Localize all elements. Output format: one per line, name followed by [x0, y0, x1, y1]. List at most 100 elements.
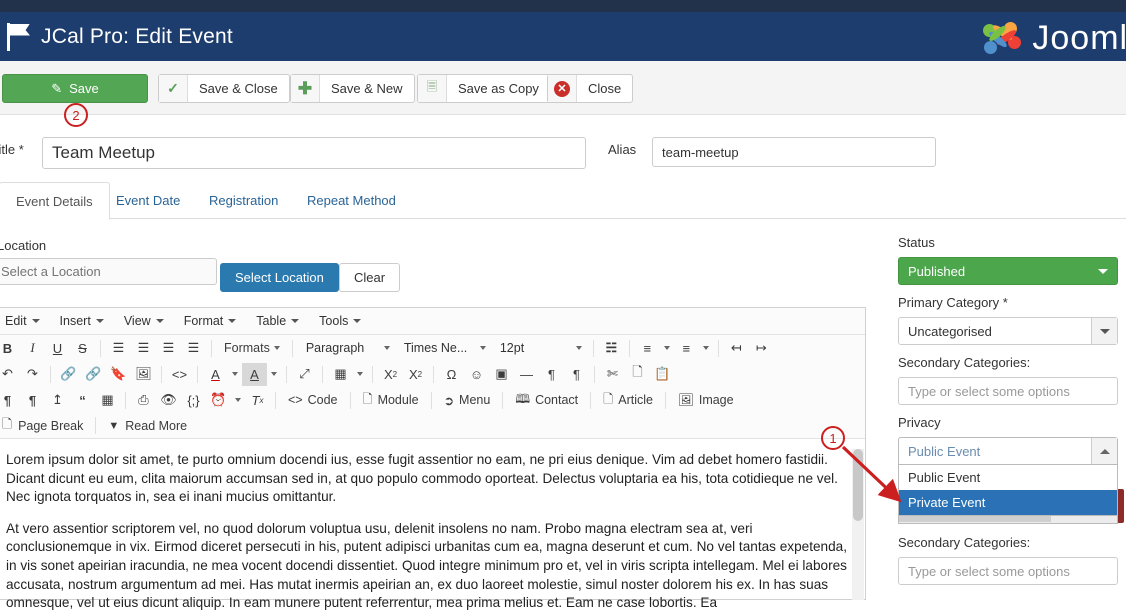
privacy-option-public-event[interactable]: Public Event: [899, 465, 1117, 490]
select-location-button[interactable]: Select Location: [220, 263, 339, 292]
menu-button[interactable]: ➲ Menu: [437, 389, 498, 412]
subscript-icon[interactable]: X2: [378, 363, 403, 386]
table-options[interactable]: [353, 363, 367, 386]
omega-charmap-icon[interactable]: Ω: [439, 363, 464, 386]
contact-button[interactable]: 🕮 Contact: [508, 389, 585, 412]
undo-icon[interactable]: ↶: [0, 363, 20, 386]
italic-button[interactable]: I: [20, 337, 45, 360]
align-justify-icon[interactable]: ☰: [181, 337, 206, 360]
paste-clipboard-icon[interactable]: 📋: [650, 363, 675, 386]
media-film-icon[interactable]: ▣: [489, 363, 514, 386]
save-as-copy-button[interactable]: 🗏 Save as Copy: [417, 74, 551, 103]
read-more-button[interactable]: ▼ Read More: [101, 414, 194, 437]
privacy-dropdown-hscroll-thumb[interactable]: [899, 516, 1051, 522]
status-select[interactable]: Published: [898, 257, 1118, 285]
clock-options[interactable]: [231, 389, 245, 412]
smiley-icon[interactable]: ☺: [464, 363, 489, 386]
clear-formatting-icon[interactable]: Tx: [245, 389, 270, 412]
table-icon[interactable]: ▦: [328, 363, 353, 386]
paragraph-mark-icon[interactable]: ¶: [0, 389, 20, 412]
underline-button[interactable]: U: [45, 337, 70, 360]
align-left-icon[interactable]: ☰: [106, 337, 131, 360]
upload-icon[interactable]: ↥: [45, 389, 70, 412]
indent-icon[interactable]: ↦: [749, 337, 774, 360]
save-button[interactable]: ✎ Save: [2, 74, 148, 103]
font-size-dropdown[interactable]: 12pt: [492, 337, 588, 360]
bullet-list-icon[interactable]: ≡: [635, 337, 660, 360]
secondary-categories-input-2[interactable]: Type or select some options: [898, 557, 1118, 585]
image-icon[interactable]: 🖼: [131, 363, 156, 386]
copy-icon: 🗏: [418, 75, 447, 102]
unlink-icon[interactable]: 🔗: [81, 363, 106, 386]
location-input[interactable]: [0, 258, 217, 285]
editor-scrollbar-thumb[interactable]: [853, 449, 863, 521]
primary-category-select[interactable]: Uncategorised: [898, 317, 1118, 345]
toolbar-separator: [592, 339, 594, 357]
eye-preview-icon[interactable]: 👁: [156, 389, 181, 412]
title-input[interactable]: [42, 137, 586, 169]
scissors-cut-icon[interactable]: ✄: [600, 363, 625, 386]
binoculars-icon[interactable]: ☵: [599, 337, 624, 360]
formats-dropdown[interactable]: Formats: [217, 337, 287, 360]
editor-menu-insert[interactable]: Insert: [50, 310, 114, 333]
redo-icon[interactable]: ↷: [20, 363, 45, 386]
save-and-close-button[interactable]: ✓ Save & Close: [158, 74, 290, 103]
privacy-option-private-event[interactable]: Private Event: [899, 490, 1117, 515]
horizontal-rule-icon[interactable]: —: [514, 363, 539, 386]
secondary-categories-input[interactable]: Type or select some options: [898, 377, 1118, 405]
module-button[interactable]: 🗋 Module: [356, 389, 426, 412]
printer-icon[interactable]: ⎙: [131, 389, 156, 412]
superscript-icon[interactable]: X2: [403, 363, 428, 386]
editor-menu-view[interactable]: View: [114, 310, 174, 333]
highlight-color-icon[interactable]: A: [242, 362, 267, 386]
link-icon[interactable]: 🔗: [56, 363, 81, 386]
image-button[interactable]: 🖼 Image: [671, 389, 741, 412]
tab-registration[interactable]: Registration: [193, 182, 294, 219]
privacy-select[interactable]: Public Event: [898, 437, 1118, 465]
blockquote-icon[interactable]: “: [70, 389, 95, 412]
align-right-icon[interactable]: ☰: [156, 337, 181, 360]
bullet-list-options[interactable]: [660, 337, 674, 360]
editor-content-area[interactable]: Lorem ipsum dolor sit amet, te purto omn…: [0, 439, 865, 611]
template-icon[interactable]: ▦: [95, 389, 120, 412]
editor-menu-tools[interactable]: Tools: [309, 310, 371, 333]
numbered-list-icon[interactable]: ≡: [674, 337, 699, 360]
code-brackets-icon[interactable]: <>: [167, 363, 192, 386]
highlight-color-options[interactable]: [267, 363, 281, 386]
bold-button[interactable]: B: [0, 337, 20, 360]
anchor-bookmark-icon[interactable]: 🔖: [106, 363, 131, 386]
tab-event-details[interactable]: Event Details: [0, 182, 110, 220]
rtl-icon[interactable]: ¶: [564, 363, 589, 386]
secondary-categories-field: Secondary Categories: Type or select som…: [898, 355, 1118, 405]
editor-menu-edit[interactable]: Edit: [0, 310, 50, 333]
align-center-icon[interactable]: ☰: [131, 337, 156, 360]
font-family-dropdown[interactable]: Times Ne...: [396, 337, 492, 360]
clock-icon[interactable]: ⏰: [206, 389, 231, 412]
paragraph-style-dropdown[interactable]: Paragraph: [298, 337, 396, 360]
page-break-button[interactable]: 🗋 Page Break: [0, 414, 90, 437]
toolbar-separator: [161, 365, 162, 383]
ltr-icon[interactable]: ¶: [539, 363, 564, 386]
save-and-new-button[interactable]: ✚ Save & New: [290, 74, 415, 103]
article-button[interactable]: 🗋 Article: [596, 389, 660, 412]
fullscreen-icon[interactable]: ⤢: [292, 363, 317, 386]
privacy-dropdown-hscrollbar[interactable]: [898, 516, 1118, 524]
text-color-icon[interactable]: A: [203, 363, 228, 386]
editor-menu-table[interactable]: Table: [246, 310, 309, 333]
editor-menu-format[interactable]: Format: [174, 310, 247, 333]
alias-input[interactable]: [652, 137, 936, 167]
tab-repeat-method[interactable]: Repeat Method: [291, 182, 412, 219]
tab-event-date[interactable]: Event Date: [100, 182, 196, 219]
numbered-list-options[interactable]: [699, 337, 713, 360]
code-snippet-icon[interactable]: {;}: [181, 389, 206, 412]
picture-icon: 🖼: [677, 392, 694, 407]
close-button[interactable]: ✕ Close: [547, 74, 634, 103]
text-color-options[interactable]: [228, 363, 242, 386]
strikethrough-button[interactable]: S: [70, 337, 95, 360]
clear-location-button[interactable]: Clear: [339, 263, 401, 292]
paragraph-mark-alt-icon[interactable]: ¶: [20, 389, 45, 412]
outdent-icon[interactable]: ↤: [724, 337, 749, 360]
editor-scrollbar[interactable]: [852, 449, 864, 600]
copy-icon[interactable]: 🗋: [625, 363, 650, 386]
code-button[interactable]: <> Code: [281, 389, 345, 412]
